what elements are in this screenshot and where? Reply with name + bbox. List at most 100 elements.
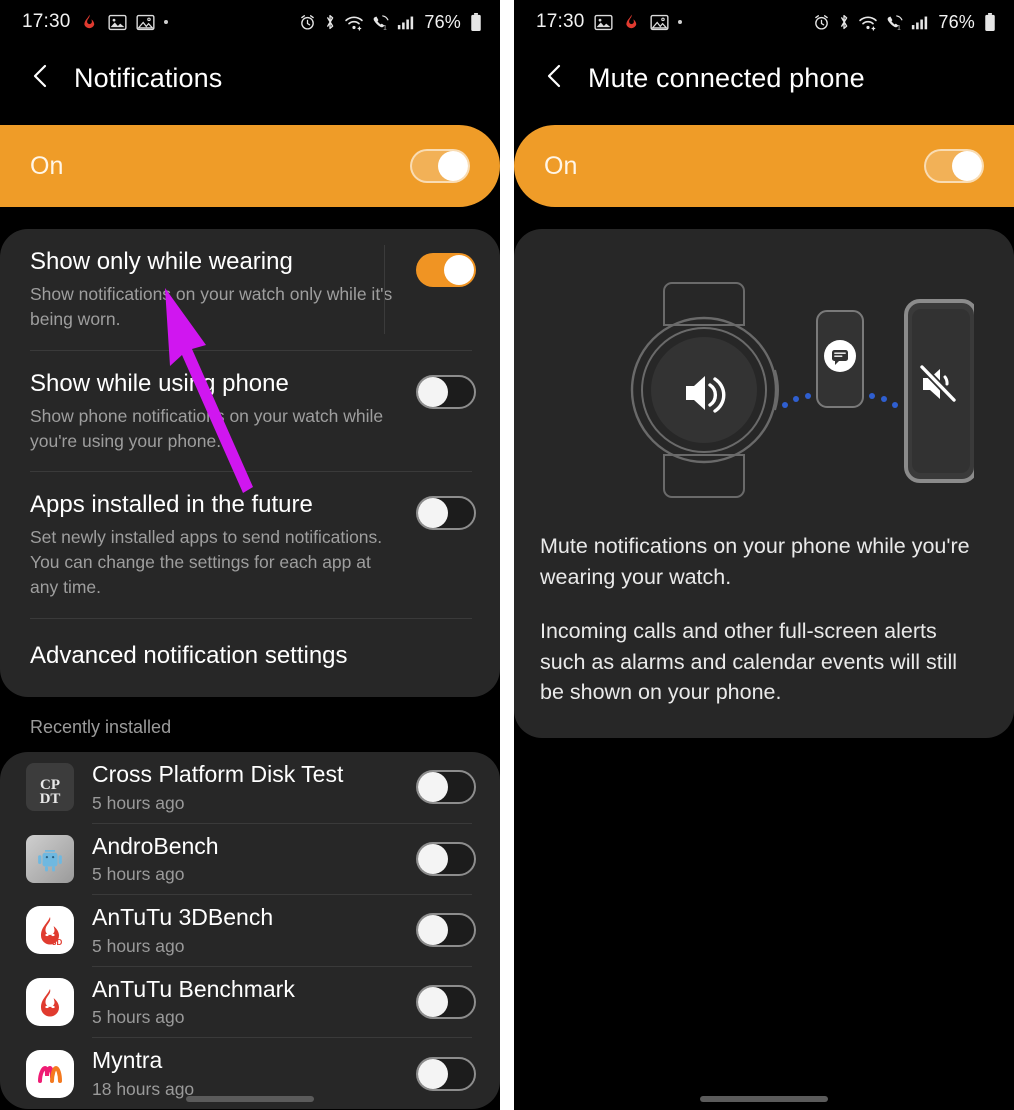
antutu-3d-icon: 3D: [26, 906, 74, 955]
setting-title: Apps installed in the future: [30, 491, 313, 519]
battery-icon: [984, 12, 996, 32]
right-phone-screen: 17:30 1 76% Mute connected phone On Mute…: [514, 0, 1014, 1110]
svg-text:1: 1: [384, 24, 388, 31]
antutu-icon: [26, 977, 74, 1026]
row-divider: [384, 245, 385, 334]
app-time: 5 hours ago: [92, 1007, 185, 1028]
app-toggle[interactable]: [416, 841, 476, 876]
battery-percent: 76%: [424, 11, 461, 32]
setting-toggle-show-only-while-wearing[interactable]: [416, 253, 476, 287]
androbench-icon: [26, 834, 74, 883]
status-time: 17:30: [536, 11, 585, 32]
app-name: Cross Platform Disk Test: [92, 760, 344, 787]
status-time: 17:30: [22, 11, 71, 32]
status-bar-right: 17:30 1 76%: [514, 0, 1014, 44]
call-icon: 1: [885, 14, 904, 31]
call-icon: 1: [371, 14, 390, 31]
setting-toggle-apps-installed-in-the-future[interactable]: [416, 496, 476, 531]
back-arrow-icon: [544, 63, 566, 94]
master-toggle-row-left[interactable]: On: [0, 125, 500, 207]
app-name: AnTuTu 3DBench: [92, 904, 274, 931]
signal-icon: [397, 14, 414, 31]
setting-toggle-show-while-using-phone[interactable]: [416, 374, 476, 409]
gesture-handle-right[interactable]: [514, 1096, 1014, 1102]
back-button-left[interactable]: [24, 61, 58, 95]
setting-title: Show while using phone: [30, 369, 289, 397]
list-item[interactable]: AndroBench 5 hours ago: [0, 824, 500, 895]
back-arrow-icon: [30, 63, 52, 94]
app-name: AndroBench: [92, 832, 219, 859]
bluetooth-icon: [837, 13, 851, 31]
wifi-icon: [858, 14, 878, 31]
setting-description: Set newly installed apps to send notific…: [30, 527, 383, 598]
master-toggle-row-right[interactable]: On: [514, 125, 1014, 207]
svg-text:3D: 3D: [52, 938, 62, 947]
myntra-icon: [26, 1049, 74, 1098]
list-item[interactable]: 3D AnTuTu 3DBench 5 hours ago: [0, 895, 500, 966]
status-bar-left-icons: 17:30: [536, 11, 682, 33]
master-toggle-label-right: On: [544, 151, 578, 180]
mute-paragraph-1: Mute notifications on your phone while y…: [540, 534, 970, 589]
notification-settings-card: Show only while wearing Show notificatio…: [0, 229, 500, 697]
setting-row-show-while-using-phone[interactable]: Show while using phone Show phone notifi…: [0, 351, 500, 472]
setting-description: Show notifications on your watch only wh…: [30, 284, 393, 329]
photo-icon: [136, 14, 155, 31]
dot-indicator: [677, 20, 682, 24]
section-label-recently-installed: Recently installed: [30, 716, 172, 737]
status-bar-right-icons: 1 76%: [299, 12, 482, 33]
cpdt-icon: CP DT: [26, 763, 74, 812]
master-toggle-switch-right[interactable]: [924, 149, 984, 183]
notification-bubble-phone: [816, 310, 864, 408]
status-bar-left-icons: 17:30: [22, 11, 168, 33]
flame-app-icon: [622, 13, 641, 32]
mute-info-card: Mute notifications on your phone while y…: [514, 229, 1014, 738]
advanced-notification-settings-row[interactable]: Advanced notification settings: [0, 619, 500, 697]
mute-illustration: [514, 255, 1014, 525]
image-icon: [594, 14, 613, 31]
bluetooth-icon: [323, 13, 337, 31]
app-name: Myntra: [92, 1047, 163, 1074]
page-title-left: Notifications: [74, 62, 223, 93]
appbar-right: Mute connected phone: [514, 44, 1014, 112]
alarm-icon: [813, 14, 830, 31]
list-item[interactable]: CP DT Cross Platform Disk Test 5 hours ag…: [0, 752, 500, 823]
setting-row-apps-installed-in-the-future[interactable]: Apps installed in the future Set newly i…: [0, 472, 500, 618]
list-item[interactable]: AnTuTu Benchmark 5 hours ago: [0, 967, 500, 1038]
setting-title: Show only while wearing: [30, 248, 293, 275]
gesture-handle-left[interactable]: [0, 1096, 500, 1102]
image-icon: [108, 14, 127, 31]
left-phone-screen: 17:30 1 76% Notifications On Show only w…: [0, 0, 500, 1110]
mute-paragraph-2: Incoming calls and other full-screen ale…: [540, 619, 958, 705]
status-bar-right-icons: 1 76%: [813, 12, 996, 33]
mute-description: Mute notifications on your phone while y…: [514, 525, 1014, 738]
photo-icon: [650, 14, 669, 31]
master-toggle-label-left: On: [30, 151, 64, 180]
setting-row-show-only-while-wearing[interactable]: Show only while wearing Show notificatio…: [0, 229, 500, 350]
flame-app-icon: [80, 13, 99, 32]
app-name: AnTuTu Benchmark: [92, 975, 295, 1002]
battery-icon: [470, 12, 482, 32]
app-toggle[interactable]: [416, 913, 476, 948]
alarm-icon: [299, 14, 316, 31]
page-title-right: Mute connected phone: [588, 62, 865, 93]
app-time: 5 hours ago: [92, 864, 185, 885]
master-toggle-switch-left[interactable]: [410, 149, 470, 183]
panel-divider: [500, 0, 514, 1110]
app-time: 5 hours ago: [92, 792, 185, 813]
wifi-icon: [344, 14, 364, 31]
advanced-settings-label: Advanced notification settings: [30, 641, 348, 669]
battery-percent: 76%: [938, 11, 975, 32]
connection-dots-right: [869, 393, 898, 408]
connection-dots-left: [782, 393, 811, 408]
app-time: 5 hours ago: [92, 935, 185, 956]
dot-indicator: [163, 20, 168, 24]
app-toggle[interactable]: [416, 770, 476, 805]
app-toggle[interactable]: [416, 1056, 476, 1091]
appbar-left: Notifications: [0, 44, 500, 112]
status-bar-left: 17:30 1 76%: [0, 0, 500, 44]
svg-text:1: 1: [898, 24, 902, 31]
recently-installed-card: CP DT Cross Platform Disk Test 5 hours ag…: [0, 751, 500, 1109]
back-button-right[interactable]: [538, 61, 572, 95]
app-toggle[interactable]: [416, 984, 476, 1019]
